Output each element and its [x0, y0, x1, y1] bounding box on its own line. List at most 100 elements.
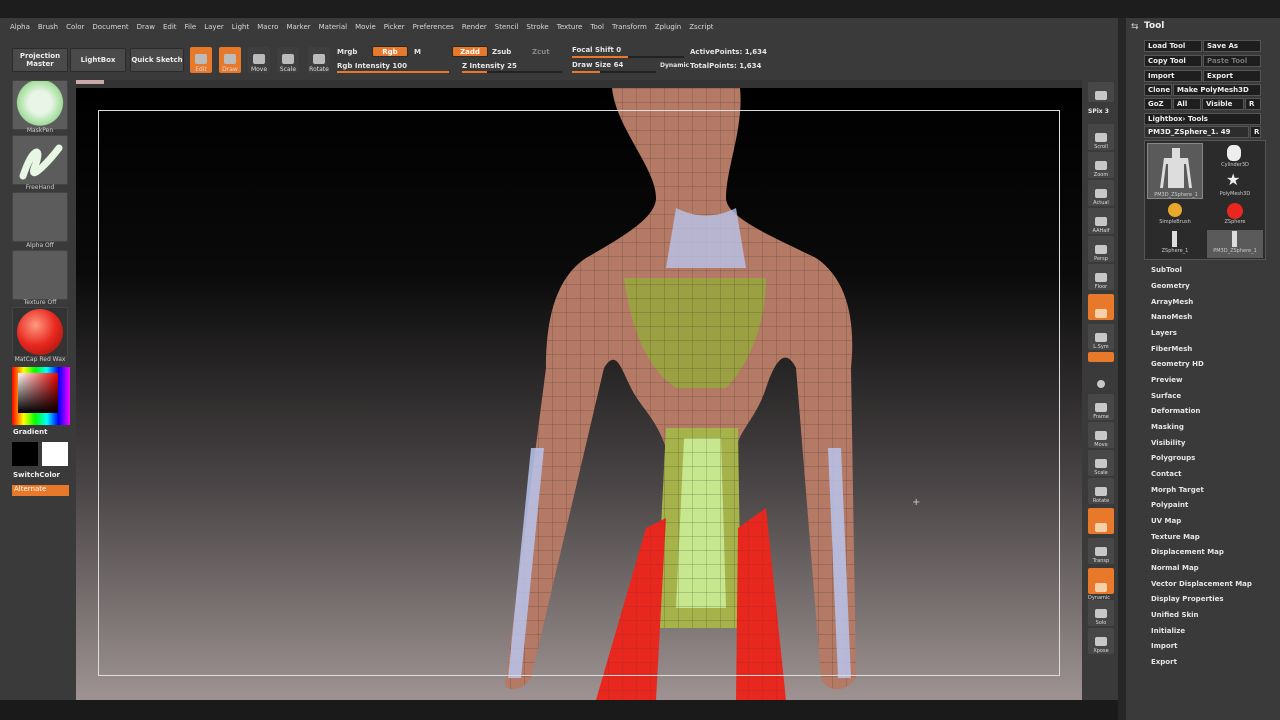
mrgb-toggle[interactable]: Mrgb	[337, 48, 357, 56]
zcut-toggle[interactable]: Zcut	[532, 48, 550, 56]
switch-color-button[interactable]: SwitchColor	[13, 471, 69, 479]
section-import[interactable]: Import	[1151, 642, 1178, 650]
solo-button[interactable]: Solo	[1088, 600, 1114, 626]
export-button[interactable]: Export	[1203, 70, 1261, 82]
section-arraymesh[interactable]: ArrayMesh	[1151, 298, 1193, 306]
menu-zplugin[interactable]: Zplugin	[655, 23, 681, 31]
menu-stencil[interactable]: Stencil	[495, 23, 519, 31]
menu-edit[interactable]: Edit	[163, 23, 177, 31]
menu-macro[interactable]: Macro	[257, 23, 278, 31]
menu-light[interactable]: Light	[232, 23, 249, 31]
section-geometry[interactable]: Geometry	[1151, 282, 1190, 290]
zadd-toggle[interactable]: Zadd	[452, 46, 488, 57]
bpr-thumbnail[interactable]	[1088, 82, 1114, 102]
gradient-label[interactable]: Gradient	[13, 428, 69, 436]
section-layers[interactable]: Layers	[1151, 329, 1177, 337]
section-visibility[interactable]: Visibility	[1151, 439, 1185, 447]
draw-mode-button[interactable]: Draw	[219, 47, 241, 73]
menu-file[interactable]: File	[185, 23, 197, 31]
section-surface[interactable]: Surface	[1151, 392, 1181, 400]
polyframe-button[interactable]	[1088, 508, 1114, 534]
section-deformation[interactable]: Deformation	[1151, 407, 1200, 415]
menu-brush[interactable]: Brush	[38, 23, 58, 31]
menu-render[interactable]: Render	[462, 23, 487, 31]
primary-color-swatch[interactable]	[12, 442, 38, 466]
ghost-button[interactable]	[1088, 568, 1114, 594]
menu-color[interactable]: Color	[66, 23, 84, 31]
section-contact[interactable]: Contact	[1151, 470, 1182, 478]
visible-button[interactable]: Visible	[1202, 98, 1244, 110]
menu-picker[interactable]: Picker	[384, 23, 405, 31]
edit-mode-button[interactable]: Edit	[190, 47, 212, 73]
canvas-viewport[interactable]: +	[76, 88, 1082, 700]
section-preview[interactable]: Preview	[1151, 376, 1183, 384]
menu-tool[interactable]: Tool	[590, 23, 604, 31]
menu-alpha[interactable]: Alpha	[10, 23, 30, 31]
tool-thumb-pm3d-zsphere-2[interactable]: PM3D_ZSphere_1	[1207, 230, 1263, 258]
dynamic-toggle[interactable]: Dynamic	[660, 62, 689, 69]
lightbox-tools-button[interactable]: Lightbox› Tools	[1144, 113, 1261, 125]
section-geometry-hd[interactable]: Geometry HD	[1151, 360, 1204, 368]
tool-thumb-cylinder[interactable]: Cylinder3D	[1207, 143, 1263, 171]
r-button[interactable]: R	[1245, 98, 1261, 110]
menu-transform[interactable]: Transform	[612, 23, 647, 31]
section-initialize[interactable]: Initialize	[1151, 627, 1185, 635]
scale-view-button[interactable]: Scale	[1088, 450, 1114, 476]
xyz-button[interactable]	[1088, 352, 1114, 362]
lightbox-button[interactable]: LightBox	[70, 48, 126, 72]
lsym-button[interactable]: L.Sym	[1088, 324, 1114, 350]
menu-preferences[interactable]: Preferences	[413, 23, 454, 31]
panel-divider[interactable]	[1118, 18, 1126, 720]
z-intensity-slider[interactable]	[462, 71, 562, 73]
section-displacement-map[interactable]: Displacement Map	[1151, 548, 1224, 556]
alternate-button[interactable]: Alternate	[12, 485, 69, 496]
menu-zscript[interactable]: Zscript	[689, 23, 713, 31]
rotate-axis-icons[interactable]	[1088, 366, 1114, 390]
rotate-view-button[interactable]: Rotate	[1088, 478, 1114, 504]
section-unified-skin[interactable]: Unified Skin	[1151, 611, 1199, 619]
menu-movie[interactable]: Movie	[355, 23, 376, 31]
paste-tool-button[interactable]: Paste Tool	[1203, 55, 1261, 67]
aahalf-button[interactable]: AAHalf	[1088, 208, 1114, 234]
color-picker[interactable]	[12, 367, 70, 425]
projection-master-button[interactable]: Projection Master	[12, 48, 68, 72]
tool-thumb-simplebrush[interactable]: SimpleBrush	[1147, 201, 1203, 229]
section-normal-map[interactable]: Normal Map	[1151, 564, 1199, 572]
material-thumbnail[interactable]	[12, 307, 68, 357]
section-export[interactable]: Export	[1151, 658, 1177, 666]
tool-thumb-zsphere-1[interactable]: ZSphere_1	[1147, 230, 1203, 258]
section-morph-target[interactable]: Morph Target	[1151, 486, 1204, 494]
current-tool-r-button[interactable]: R	[1250, 126, 1261, 138]
frame-button[interactable]: Frame	[1088, 394, 1114, 420]
alpha-thumbnail[interactable]	[12, 192, 68, 242]
clone-button[interactable]: Clone	[1144, 84, 1172, 96]
menu-draw[interactable]: Draw	[137, 23, 155, 31]
tool-thumb-pm3d-zsphere[interactable]: PM3D_ZSphere_1	[1147, 143, 1203, 199]
persp-button[interactable]: Persp	[1088, 236, 1114, 262]
floor-button[interactable]: Floor	[1088, 264, 1114, 290]
import-button[interactable]: Import	[1144, 70, 1202, 82]
transp-button[interactable]: Transp	[1088, 538, 1114, 564]
menu-document[interactable]: Document	[92, 23, 128, 31]
move-mode-button[interactable]: Move	[248, 47, 270, 73]
spix-label[interactable]: SPix 3	[1088, 108, 1109, 115]
rgb-toggle[interactable]: Rgb	[372, 46, 408, 57]
make-polymesh-button[interactable]: Make PolyMesh3D	[1173, 84, 1261, 96]
tool-palette-title[interactable]: Tool	[1144, 21, 1164, 31]
load-tool-button[interactable]: Load Tool	[1144, 40, 1202, 52]
focal-shift-slider[interactable]	[572, 56, 684, 58]
menu-layer[interactable]: Layer	[204, 23, 224, 31]
palette-dock-icon[interactable]: ⇆	[1131, 22, 1139, 32]
section-polypaint[interactable]: Polypaint	[1151, 501, 1188, 509]
tool-thumb-zsphere[interactable]: ZSphere	[1207, 201, 1263, 229]
section-polygroups[interactable]: Polygroups	[1151, 454, 1195, 462]
goz-button[interactable]: GoZ	[1144, 98, 1172, 110]
m-toggle[interactable]: M	[414, 48, 421, 56]
menu-texture[interactable]: Texture	[557, 23, 583, 31]
zoom-button[interactable]: Zoom	[1088, 152, 1114, 178]
save-as-button[interactable]: Save As	[1203, 40, 1261, 52]
all-button[interactable]: All	[1173, 98, 1201, 110]
texture-thumbnail[interactable]	[12, 250, 68, 300]
move-view-button[interactable]: Move	[1088, 422, 1114, 448]
secondary-color-swatch[interactable]	[42, 442, 68, 466]
